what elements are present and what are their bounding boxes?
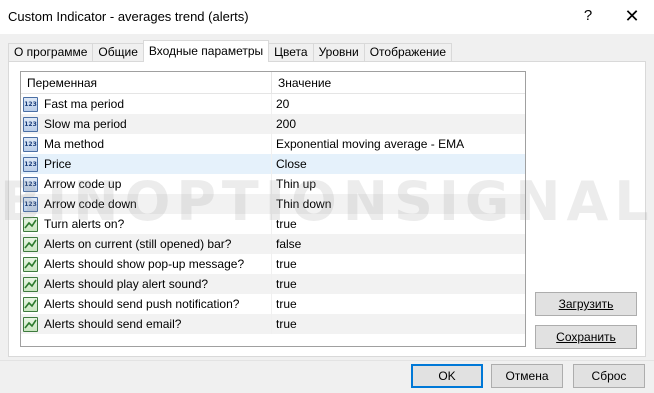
column-header-variable[interactable]: Переменная xyxy=(21,72,272,93)
table-header: Переменная Значение xyxy=(21,72,525,94)
tab-common[interactable]: Общие xyxy=(92,43,144,62)
variable-cell: Alerts should show pop-up message? xyxy=(21,254,272,274)
close-icon[interactable]: ✕ xyxy=(620,6,644,26)
value-cell[interactable]: true xyxy=(272,317,297,331)
table-row[interactable]: Alerts should play alert sound? true xyxy=(21,274,525,294)
variable-cell: 123 Fast ma period xyxy=(21,94,272,114)
column-header-value[interactable]: Значение xyxy=(272,72,331,93)
variable-name: Alerts should send push notification? xyxy=(44,297,240,311)
variable-cell: 123 Slow ma period xyxy=(21,114,272,134)
number-icon: 123 xyxy=(23,96,38,112)
table-row[interactable]: 123 Arrow code up Thin up xyxy=(21,174,525,194)
variable-cell: 123 Arrow code down xyxy=(21,194,272,214)
variable-name: Turn alerts on? xyxy=(44,217,125,231)
variable-cell: 123 Price xyxy=(21,154,272,174)
variable-cell: 123 Arrow code up xyxy=(21,174,272,194)
value-cell[interactable]: 20 xyxy=(272,97,289,111)
value-cell[interactable]: true xyxy=(272,217,297,231)
value-cell[interactable]: Exponential moving average - EMA xyxy=(272,137,464,151)
save-button-label: Сохранить xyxy=(556,330,616,344)
tab-levels[interactable]: Уровни xyxy=(312,43,365,62)
window-title: Custom Indicator - averages trend (alert… xyxy=(8,9,249,24)
variable-cell: Alerts should send push notification? xyxy=(21,294,272,314)
save-button[interactable]: Сохранить xyxy=(535,325,637,349)
bool-icon xyxy=(23,276,38,292)
variable-cell: Alerts should play alert sound? xyxy=(21,274,272,294)
value-cell[interactable]: Thin down xyxy=(272,197,331,211)
cancel-button[interactable]: Отмена xyxy=(491,364,563,388)
variable-cell: 123 Ma method xyxy=(21,134,272,154)
variable-cell: Alerts on current (still opened) bar? xyxy=(21,234,272,254)
variable-name: Arrow code down xyxy=(44,197,137,211)
variable-name: Alerts should play alert sound? xyxy=(44,277,209,291)
bool-icon xyxy=(23,236,38,252)
value-cell[interactable]: true xyxy=(272,277,297,291)
number-icon: 123 xyxy=(23,196,38,212)
table-row[interactable]: Alerts should show pop-up message? true xyxy=(21,254,525,274)
variable-name: Fast ma period xyxy=(44,97,125,111)
tab-about[interactable]: О программе xyxy=(8,43,94,62)
variable-cell: Turn alerts on? xyxy=(21,214,272,234)
value-cell[interactable]: true xyxy=(272,297,297,311)
table-row[interactable]: Alerts on current (still opened) bar? fal… xyxy=(21,234,525,254)
value-cell[interactable]: true xyxy=(272,257,297,271)
tab-visualization[interactable]: Отображение xyxy=(363,43,453,62)
parameters-table[interactable]: Переменная Значение 123 Fast ma period 20 1… xyxy=(20,71,526,347)
table-row[interactable]: 123 Arrow code down Thin down xyxy=(21,194,525,214)
number-icon: 123 xyxy=(23,136,38,152)
value-cell[interactable]: Close xyxy=(272,157,307,171)
help-icon[interactable]: ? xyxy=(578,6,598,26)
table-row[interactable]: Alerts should send push notification? tru… xyxy=(21,294,525,314)
value-cell[interactable]: false xyxy=(272,237,301,251)
table-row[interactable]: 123 Ma method Exponential moving average -… xyxy=(21,134,525,154)
value-cell[interactable]: Thin up xyxy=(272,177,316,191)
number-icon: 123 xyxy=(23,156,38,172)
tab-inputs[interactable]: Входные параметры xyxy=(142,40,270,62)
variable-name: Ma method xyxy=(44,137,105,151)
bool-icon xyxy=(23,216,38,232)
variable-name: Slow ma period xyxy=(44,117,127,131)
bool-icon xyxy=(23,296,38,312)
footer-divider xyxy=(0,360,654,361)
table-row[interactable]: Alerts should send email? true xyxy=(21,314,525,334)
variable-cell: Alerts should send email? xyxy=(21,314,272,334)
tab-colors[interactable]: Цвета xyxy=(268,43,314,62)
reset-button[interactable]: Сброс xyxy=(573,364,645,388)
title-bar: Custom Indicator - averages trend (alert… xyxy=(0,0,654,34)
variable-name: Price xyxy=(44,157,72,171)
variable-name: Arrow code up xyxy=(44,177,122,191)
variable-name: Alerts should show pop-up message? xyxy=(44,257,245,271)
table-row[interactable]: Turn alerts on? true xyxy=(21,214,525,234)
load-button[interactable]: Загрузить xyxy=(535,292,637,316)
load-button-label: Загрузить xyxy=(558,297,614,311)
table-body: 123 Fast ma period 20 123 Slow ma period 200 1… xyxy=(21,94,525,334)
bool-icon xyxy=(23,256,38,272)
number-icon: 123 xyxy=(23,116,38,132)
tab-bar: О программе Общие Входные параметры Цвет… xyxy=(8,40,453,62)
table-row[interactable]: 123 Fast ma period 20 xyxy=(21,94,525,114)
variable-name: Alerts on current (still opened) bar? xyxy=(44,237,232,251)
variable-name: Alerts should send email? xyxy=(44,317,182,331)
table-row[interactable]: 123 Price Close xyxy=(21,154,525,174)
value-cell[interactable]: 200 xyxy=(272,117,296,131)
number-icon: 123 xyxy=(23,176,38,192)
ok-button[interactable]: OK xyxy=(411,364,483,388)
bool-icon xyxy=(23,316,38,332)
table-row[interactable]: 123 Slow ma period 200 xyxy=(21,114,525,134)
